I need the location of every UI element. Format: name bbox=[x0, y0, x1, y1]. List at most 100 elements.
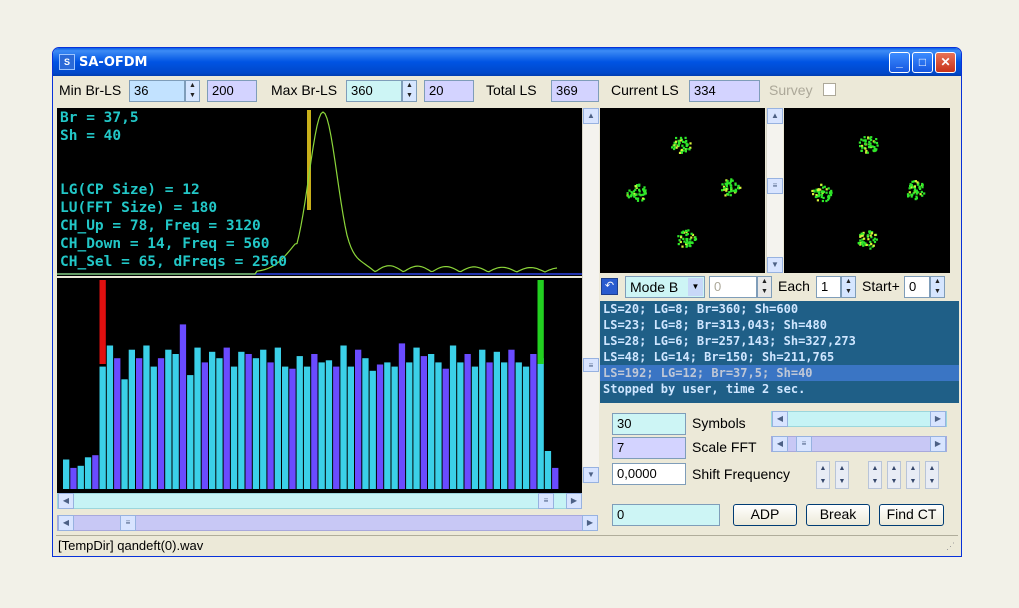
constellation-point bbox=[913, 185, 916, 188]
subcarrier-bar bbox=[318, 362, 325, 489]
adp-button[interactable]: ADP bbox=[733, 504, 797, 526]
constellation-point bbox=[825, 191, 828, 194]
constellation-point bbox=[677, 144, 680, 147]
subcarrier-bar bbox=[420, 356, 427, 489]
constellation-point bbox=[731, 179, 734, 182]
min-br-ls-spinner[interactable]: ▲ ▼ bbox=[185, 80, 200, 102]
scroll-down-icon-3[interactable]: ▼ bbox=[767, 257, 783, 273]
mode-number-input[interactable]: 0 bbox=[709, 276, 757, 298]
constellation-point bbox=[685, 229, 688, 232]
log-line[interactable]: LS=48; LG=14; Br=150; Sh=211,765 bbox=[600, 349, 959, 365]
subcarrier-bar bbox=[201, 362, 208, 489]
constellation-point bbox=[637, 197, 640, 200]
symbols-slider[interactable]: ◀ ▶ bbox=[771, 411, 947, 427]
log-line[interactable]: LS=28; LG=6; Br=257,143; Sh=327,273 bbox=[600, 333, 959, 349]
main-vertical-scrollbar[interactable]: ▲ ≡ ▼ bbox=[582, 108, 599, 483]
scroll-down-icon[interactable]: ▼ bbox=[583, 467, 599, 483]
shift-updown-1[interactable]: ▲ ▼ bbox=[816, 461, 830, 489]
constellation-point bbox=[869, 240, 872, 243]
min-br-ls-input[interactable]: 36 bbox=[129, 80, 185, 102]
log-line[interactable]: Stopped by user, time 2 sec. bbox=[600, 381, 959, 397]
symbols-input[interactable]: 30 bbox=[612, 413, 686, 435]
constellation-point bbox=[864, 147, 867, 150]
log-line-selected[interactable]: LS=192; LG=12; Br=37,5; Sh=40 bbox=[600, 365, 959, 381]
title-bar[interactable]: S SA-OFDM _ □ ✕ bbox=[53, 48, 961, 76]
constellation-point bbox=[679, 139, 682, 142]
scale-fft-thumb[interactable]: ≡ bbox=[796, 436, 812, 452]
shift-updown-6[interactable]: ▲ ▼ bbox=[925, 461, 939, 489]
scroll-left-icon[interactable]: ◀ bbox=[58, 493, 74, 509]
start-input[interactable]: 0 bbox=[904, 276, 930, 298]
scroll-thumb-h2[interactable]: ≡ bbox=[120, 515, 136, 531]
maximize-button[interactable]: □ bbox=[912, 52, 933, 73]
scale-fft-slider[interactable]: ◀ ≡ ▶ bbox=[771, 436, 947, 452]
survey-checkbox[interactable] bbox=[823, 83, 836, 96]
subcarrier-bar bbox=[238, 351, 245, 489]
constellation-point bbox=[909, 183, 912, 186]
break-button[interactable]: Break bbox=[806, 504, 870, 526]
constellation-point bbox=[728, 191, 731, 194]
bars-horizontal-scrollbar[interactable]: ◀ ≡ ▶ bbox=[57, 493, 582, 509]
subcarrier-bar bbox=[522, 366, 530, 489]
constellation-point bbox=[679, 136, 683, 139]
shift-updown-4[interactable]: ▲ ▼ bbox=[887, 461, 901, 489]
results-log[interactable]: LS=20; LG=8; Br=360; Sh=600 LS=23; LG=8;… bbox=[600, 301, 959, 403]
result-input[interactable]: 0 bbox=[612, 504, 720, 526]
shift-updown-2[interactable]: ▲ ▼ bbox=[835, 461, 849, 489]
constellation-plot-left bbox=[626, 136, 742, 248]
scroll-thumb-3[interactable]: ≡ bbox=[767, 178, 783, 194]
scroll-right-icon-4[interactable]: ▶ bbox=[930, 411, 946, 427]
reset-icon[interactable]: ↶ bbox=[601, 278, 618, 295]
constellation-point bbox=[721, 189, 724, 192]
each-spinner[interactable]: ▲ ▼ bbox=[841, 276, 856, 298]
subcarrier-bar bbox=[340, 345, 347, 489]
status-text: [TempDir] qandeft(0).wav bbox=[58, 538, 204, 553]
constellation-point bbox=[812, 193, 815, 196]
scroll-right-icon-5[interactable]: ▶ bbox=[930, 436, 946, 452]
constellation-point bbox=[869, 247, 872, 250]
scroll-left-icon-4[interactable]: ◀ bbox=[772, 411, 788, 427]
constellation-point bbox=[677, 142, 681, 145]
mode-select[interactable]: Mode B ▼ bbox=[625, 276, 705, 298]
find-ct-button[interactable]: Find CT bbox=[879, 504, 944, 526]
shift-frequency-input[interactable]: 0,0000 bbox=[612, 463, 686, 485]
yellow-marker bbox=[307, 110, 311, 210]
max-br-ls-input[interactable]: 360 bbox=[346, 80, 402, 102]
shift-updown-3[interactable]: ▲ ▼ bbox=[868, 461, 882, 489]
symbols-label: Symbols bbox=[692, 415, 746, 431]
shift-updown-5[interactable]: ▲ ▼ bbox=[906, 461, 920, 489]
scroll-thumb[interactable]: ≡ bbox=[583, 358, 599, 372]
constellation-point bbox=[687, 229, 690, 232]
log-line[interactable]: LS=20; LG=8; Br=360; Sh=600 bbox=[600, 301, 959, 317]
resize-grip-icon[interactable]: ⋰ bbox=[946, 541, 955, 552]
bottom-horizontal-scrollbar[interactable]: ◀ ≡ ▶ bbox=[57, 515, 598, 531]
start-spinner[interactable]: ▲ ▼ bbox=[930, 276, 945, 298]
scroll-thumb-h1[interactable]: ≡ bbox=[538, 493, 554, 509]
scroll-right-icon[interactable]: ▶ bbox=[566, 493, 582, 509]
scale-fft-input[interactable]: 7 bbox=[612, 437, 686, 459]
close-button[interactable]: ✕ bbox=[935, 52, 956, 73]
scroll-left-icon-2[interactable]: ◀ bbox=[58, 515, 74, 531]
constellation-point bbox=[859, 145, 862, 148]
mode-value: Mode B bbox=[630, 279, 679, 295]
max-br-ls-label: Max Br-LS bbox=[271, 82, 338, 98]
max-br-ls-spinner[interactable]: ▲ ▼ bbox=[402, 80, 417, 102]
subcarrier-bar bbox=[552, 467, 559, 489]
chevron-down-icon[interactable]: ▼ bbox=[688, 278, 703, 296]
mode-number-spinner[interactable]: ▲ ▼ bbox=[757, 276, 772, 298]
constellation-point bbox=[906, 193, 910, 196]
max-br-ls-extra[interactable]: 20 bbox=[424, 80, 474, 102]
constellation-point bbox=[868, 230, 872, 233]
constellation-point bbox=[873, 240, 877, 244]
subcarrier-bar bbox=[121, 379, 128, 489]
min-br-ls-extra[interactable]: 200 bbox=[207, 80, 257, 102]
minimize-button[interactable]: _ bbox=[889, 52, 910, 73]
scroll-up-icon-3[interactable]: ▲ bbox=[767, 108, 783, 124]
each-input[interactable]: 1 bbox=[816, 276, 841, 298]
scroll-right-icon-2[interactable]: ▶ bbox=[582, 515, 598, 531]
log-line[interactable]: LS=23; LG=8; Br=313,043; Sh=480 bbox=[600, 317, 959, 333]
constellation-scrollbar[interactable]: ▲ ≡ ▼ bbox=[766, 108, 783, 273]
scroll-left-icon-5[interactable]: ◀ bbox=[772, 436, 788, 452]
subcarrier-bar bbox=[501, 362, 508, 489]
scroll-up-icon[interactable]: ▲ bbox=[583, 108, 599, 124]
